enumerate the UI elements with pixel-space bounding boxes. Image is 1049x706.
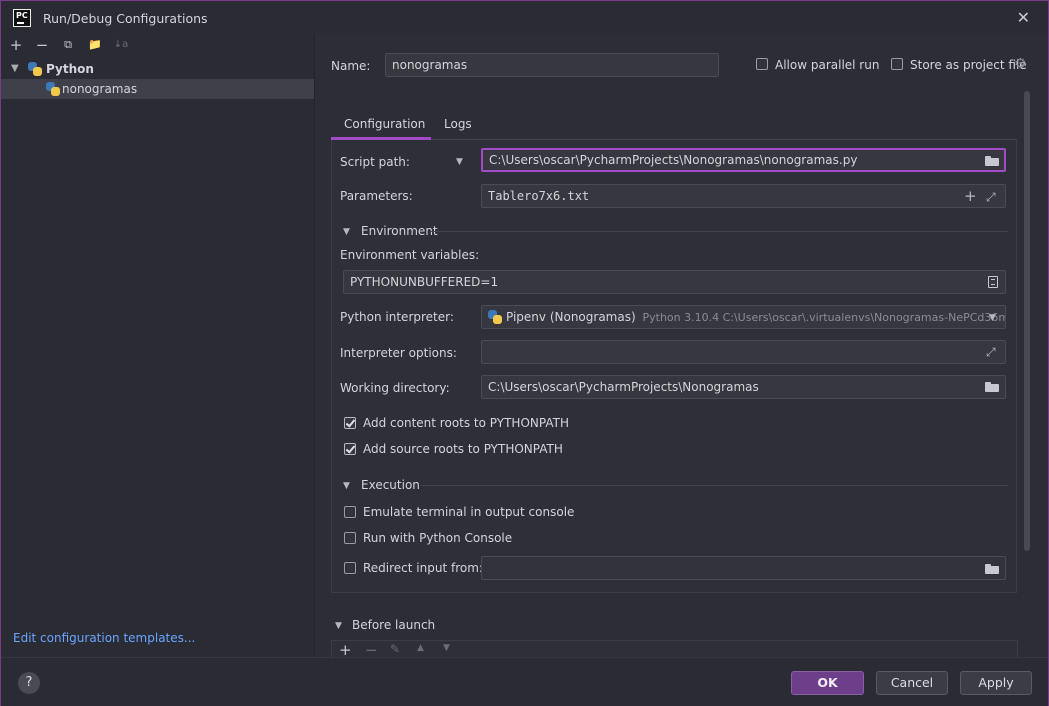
tree-item-label: nonogramas <box>62 82 138 96</box>
emulate-terminal-checkbox[interactable] <box>344 506 356 518</box>
window-title: Run/Debug Configurations <box>43 11 208 26</box>
name-input[interactable]: nonogramas <box>385 53 719 77</box>
sidebar-toolbar: + − ⧉ 📁 ↓a <box>1 34 314 56</box>
tab-logs[interactable]: Logs <box>444 117 472 131</box>
emulate-terminal-label: Emulate terminal in output console <box>363 505 575 519</box>
redirect-input-checkbox[interactable] <box>344 562 356 574</box>
tree-item-nonogramas[interactable]: nonogramas <box>1 79 314 99</box>
before-launch-title[interactable]: Before launch <box>352 618 435 632</box>
python-icon <box>28 62 42 76</box>
edit-configuration-templates-link[interactable]: Edit configuration templates... <box>13 631 195 645</box>
cancel-button[interactable]: Cancel <box>876 671 948 695</box>
move-down-icon[interactable]: ▼ <box>443 643 450 653</box>
chevron-down-icon[interactable]: ▼ <box>343 227 350 237</box>
chevron-down-icon[interactable]: ▼ <box>335 621 342 631</box>
configurations-sidebar: + − ⧉ 📁 ↓a ▼ Python nonogramas Edit conf… <box>1 34 315 657</box>
edit-task-icon[interactable]: ✎ <box>390 642 400 656</box>
add-content-roots-checkbox[interactable] <box>344 417 356 429</box>
parameters-label: Parameters: <box>340 189 413 203</box>
python-file-icon <box>46 82 60 96</box>
interpreter-options-input[interactable] <box>481 340 1006 364</box>
gear-icon[interactable]: ⚙ <box>1014 56 1027 72</box>
run-debug-dialog: PC Run/Debug Configurations ✕ + − ⧉ 📁 ↓a… <box>0 0 1049 706</box>
redirect-input-label: Redirect input from: <box>363 561 483 575</box>
env-vars-label: Environment variables: <box>340 248 480 262</box>
browse-folder-icon[interactable] <box>985 382 999 392</box>
browse-folder-icon[interactable] <box>985 156 999 166</box>
script-path-input[interactable]: C:\Users\oscar\PycharmProjects\Nonograma… <box>481 148 1006 172</box>
section-divider <box>421 485 1008 486</box>
script-path-label: Script path: <box>340 155 410 169</box>
redirect-input-field[interactable] <box>481 556 1006 580</box>
add-source-roots-label: Add source roots to PYTHONPATH <box>363 442 563 456</box>
interpreter-detail: Python 3.10.4 C:\Users\oscar\.virtualenv… <box>642 311 1006 324</box>
before-launch-panel <box>331 640 1018 657</box>
python-interpreter-select[interactable]: Pipenv (Nonogramas) Python 3.10.4 C:\Use… <box>481 305 1006 329</box>
working-directory-label: Working directory: <box>340 381 450 395</box>
store-as-project-file-label: Store as project file <box>910 58 1027 72</box>
store-as-project-file-checkbox[interactable] <box>891 58 903 70</box>
expand-icon[interactable]: ⤢ <box>986 346 998 358</box>
tree-item-python[interactable]: ▼ Python <box>1 59 314 79</box>
run-with-python-console-checkbox[interactable] <box>344 532 356 544</box>
help-button[interactable]: ? <box>18 672 40 694</box>
vertical-scrollbar[interactable] <box>1024 91 1030 551</box>
parameters-input[interactable]: Tablero7x6.txt <box>481 184 1006 208</box>
apply-button[interactable]: Apply <box>960 671 1032 695</box>
browse-folder-icon[interactable] <box>985 564 999 574</box>
close-icon[interactable]: ✕ <box>1017 8 1030 27</box>
add-macro-icon[interactable]: + <box>964 187 977 205</box>
remove-configuration-icon[interactable]: − <box>32 36 52 54</box>
expand-icon[interactable]: ⤢ <box>986 191 998 203</box>
tree-item-label: Python <box>46 62 94 76</box>
chevron-down-icon[interactable]: ▼ <box>343 481 350 491</box>
chevron-down-icon[interactable]: ▼ <box>989 313 996 323</box>
copy-configuration-icon[interactable]: ⧉ <box>58 36 78 54</box>
move-up-icon[interactable]: ▲ <box>417 643 424 653</box>
interpreter-options-label: Interpreter options: <box>340 346 457 360</box>
tab-configuration[interactable]: Configuration <box>344 117 425 131</box>
name-label: Name: <box>331 59 371 73</box>
ok-button[interactable]: OK <box>791 671 864 695</box>
section-divider <box>431 231 1008 232</box>
run-with-python-console-label: Run with Python Console <box>363 531 513 545</box>
python-icon <box>488 310 502 324</box>
title-bar: PC Run/Debug Configurations ✕ <box>1 1 1048 34</box>
working-directory-input[interactable]: C:\Users\oscar\PycharmProjects\Nonograma… <box>481 375 1006 399</box>
python-interpreter-label: Python interpreter: <box>340 310 454 324</box>
pycharm-app-icon: PC <box>13 9 31 27</box>
add-configuration-icon[interactable]: + <box>6 36 26 54</box>
sort-icon[interactable]: ↓a <box>111 36 131 54</box>
interpreter-name: Pipenv (Nonogramas) <box>506 310 636 324</box>
add-content-roots-label: Add content roots to PYTHONPATH <box>363 416 569 430</box>
new-folder-icon[interactable]: 📁 <box>85 36 105 54</box>
environment-section-title[interactable]: Environment <box>361 224 438 238</box>
env-vars-input[interactable]: PYTHONUNBUFFERED=1 <box>343 270 1006 294</box>
chevron-down-icon[interactable]: ▼ <box>11 59 19 79</box>
execution-section-title[interactable]: Execution <box>361 478 420 492</box>
dialog-footer: ? OK Cancel Apply <box>1 657 1048 706</box>
allow-parallel-run-checkbox[interactable] <box>756 58 768 70</box>
add-source-roots-checkbox[interactable] <box>344 443 356 455</box>
edit-env-vars-icon[interactable] <box>988 276 998 288</box>
allow-parallel-run-label: Allow parallel run <box>775 58 880 72</box>
script-path-mode-dropdown[interactable]: ▼ <box>456 157 463 167</box>
configuration-editor: Name: nonogramas Allow parallel run Stor… <box>315 34 1048 659</box>
